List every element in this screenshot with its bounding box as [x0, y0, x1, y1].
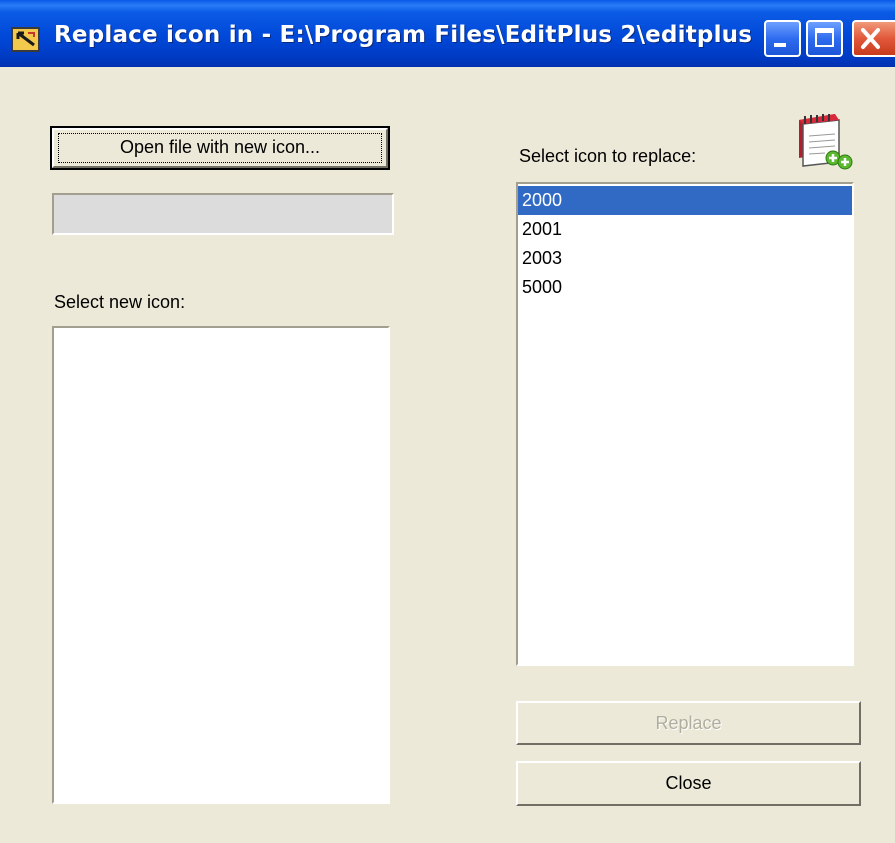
close-button-label: Close: [665, 773, 712, 793]
new-icon-list[interactable]: [52, 326, 390, 804]
icon-list-item[interactable]: 2001: [518, 215, 852, 244]
minimize-button[interactable]: [764, 20, 801, 57]
replace-button-label: Replace: [655, 713, 722, 733]
icon-list-item[interactable]: 2000: [518, 186, 852, 215]
minimize-icon: [774, 43, 786, 47]
maximize-icon: [815, 28, 834, 47]
app-icon[interactable]: [10, 25, 42, 54]
close-icon: [861, 28, 880, 49]
icon-list-item[interactable]: 2003: [518, 244, 852, 273]
select-new-icon-label: Select new icon:: [54, 292, 186, 312]
notebook-add-icon: [795, 112, 853, 170]
window-title: Replace icon in - E:\Program Files\EditP…: [54, 22, 754, 48]
maximize-button[interactable]: [806, 20, 843, 57]
icon-list-item[interactable]: 5000: [518, 273, 852, 302]
close-window-button[interactable]: [852, 20, 895, 57]
focus-rect: [58, 133, 382, 163]
file-path-field: [52, 193, 394, 235]
title-bar[interactable]: Replace icon in - E:\Program Files\EditP…: [0, 0, 895, 67]
close-button[interactable]: Close: [516, 761, 861, 806]
open-file-button[interactable]: Open file with new icon...: [50, 126, 390, 170]
icon-list[interactable]: 2000 2001 2003 5000: [516, 182, 854, 666]
replace-button[interactable]: Replace: [516, 701, 861, 745]
select-icon-to-replace-label: Select icon to replace:: [519, 146, 697, 166]
